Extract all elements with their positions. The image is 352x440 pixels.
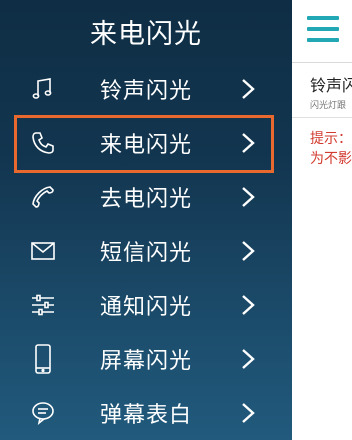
- divider: [292, 117, 352, 118]
- envelope-icon: [28, 236, 58, 266]
- menu-item-outgoing-call-flash[interactable]: 去电闪光: [0, 170, 292, 224]
- warning-text: 为不影: [310, 151, 352, 167]
- outgoing-call-icon: [28, 182, 58, 212]
- section-subtitle: 闪光灯跟: [310, 101, 347, 111]
- menu-item-label: 去电闪光: [100, 187, 193, 212]
- selected-item-highlight: [14, 115, 274, 173]
- menu-item-label: 弹幕表白: [100, 403, 193, 428]
- menu-item-label: 通知闪光: [100, 295, 193, 320]
- music-note-icon: [28, 74, 58, 104]
- chevron-right-icon: [242, 241, 255, 261]
- navigation-drawer: 来电闪光 铃声闪光 来电闪光 去电闪光 短信闪光 通知闪光 屏幕闪光 弹幕表白: [0, 0, 292, 440]
- warning-text: 提示：: [310, 131, 352, 147]
- section-title: 铃声闪: [310, 76, 352, 95]
- hamburger-menu-icon[interactable]: [307, 16, 339, 42]
- menu-item-sms-flash[interactable]: 短信闪光: [0, 224, 292, 278]
- menu-item-screen-flash[interactable]: 屏幕闪光: [0, 332, 292, 386]
- menu-item-label: 铃声闪光: [100, 79, 193, 104]
- menu-item-danmaku-confession[interactable]: 弹幕表白: [0, 386, 292, 440]
- main-content-peek: 铃声闪 闪光灯跟 提示： 为不影: [292, 0, 352, 440]
- chevron-right-icon: [242, 295, 255, 315]
- menu-item-ringtone-flash[interactable]: 铃声闪光: [0, 62, 292, 116]
- menu-item-label: 屏幕闪光: [100, 349, 193, 374]
- chevron-right-icon: [242, 349, 255, 369]
- app-bar: [292, 0, 352, 63]
- smartphone-icon: [28, 344, 58, 374]
- chat-bubble-icon: [28, 398, 58, 428]
- chevron-right-icon: [242, 403, 255, 423]
- menu-item-notification-flash[interactable]: 通知闪光: [0, 278, 292, 332]
- sliders-icon: [28, 290, 58, 320]
- chevron-right-icon: [242, 79, 255, 99]
- menu-item-label: 短信闪光: [100, 241, 193, 266]
- chevron-right-icon: [242, 187, 255, 207]
- drawer-title: 来电闪光: [90, 18, 202, 50]
